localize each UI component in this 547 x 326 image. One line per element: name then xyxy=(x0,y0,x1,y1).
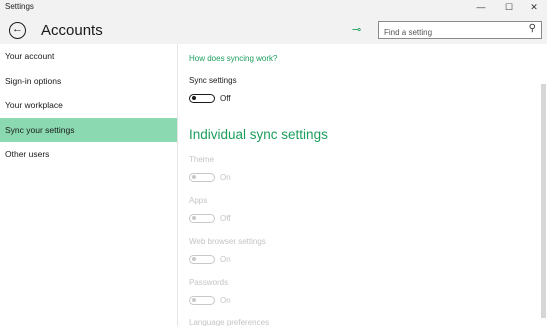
sync-settings-label: Sync settings xyxy=(189,76,237,85)
search-input[interactable] xyxy=(379,24,519,41)
pin-to-start-icon[interactable]: ⊸ xyxy=(352,23,361,36)
language-preferences-label: Language preferences xyxy=(189,318,270,326)
web-browser-settings-state: On xyxy=(220,255,231,264)
search-icon[interactable]: ⚲ xyxy=(529,23,536,34)
header: ← Accounts ⊸ ⚲ xyxy=(0,16,547,44)
toggle-knob xyxy=(192,298,196,302)
how-does-syncing-work-link[interactable]: How does syncing work? xyxy=(189,54,277,63)
page-title: Accounts xyxy=(41,22,103,39)
search-box[interactable]: ⚲ xyxy=(378,21,542,41)
scrollbar[interactable] xyxy=(541,84,546,318)
theme-toggle[interactable] xyxy=(189,173,215,182)
apps-state: Off xyxy=(220,214,231,223)
toggle-knob xyxy=(192,216,196,220)
toggle-knob xyxy=(192,257,196,261)
close-button[interactable]: ✕ xyxy=(521,0,547,16)
back-button[interactable]: ← xyxy=(9,22,26,39)
sidebar-item-sign-in-options[interactable]: Sign-in options xyxy=(0,69,177,94)
sidebar-divider xyxy=(177,44,178,326)
sidebar-item-your-workplace[interactable]: Your workplace xyxy=(0,93,177,118)
title-bar: Settings — ☐ ✕ xyxy=(0,0,547,16)
theme-state: On xyxy=(220,173,231,182)
window-title: Settings xyxy=(5,2,34,11)
back-arrow-icon: ← xyxy=(12,23,23,35)
theme-label: Theme xyxy=(189,155,214,164)
sidebar-item-other-users[interactable]: Other users xyxy=(0,142,177,167)
apps-label: Apps xyxy=(189,196,208,205)
sync-settings-state: Off xyxy=(220,94,231,103)
sync-settings-toggle[interactable] xyxy=(189,94,215,103)
sidebar-item-sync-your-settings[interactable]: Sync your settings xyxy=(0,117,177,142)
sidebar: Your account Sign-in options Your workpl… xyxy=(0,44,177,326)
apps-toggle[interactable] xyxy=(189,214,215,223)
individual-sync-settings-heading: Individual sync settings xyxy=(189,127,328,142)
toggle-knob xyxy=(192,175,196,179)
passwords-label: Passwords xyxy=(189,278,229,287)
web-browser-settings-toggle[interactable] xyxy=(189,255,215,264)
minimize-button[interactable]: — xyxy=(468,0,494,16)
passwords-state: On xyxy=(220,296,231,305)
maximize-button[interactable]: ☐ xyxy=(496,0,522,16)
sidebar-item-your-account[interactable]: Your account xyxy=(0,44,177,69)
main-content: How does syncing work? Sync settings Off… xyxy=(189,44,529,326)
passwords-toggle[interactable] xyxy=(189,296,215,305)
toggle-knob xyxy=(192,96,196,100)
web-browser-settings-label: Web browser settings xyxy=(189,237,266,246)
